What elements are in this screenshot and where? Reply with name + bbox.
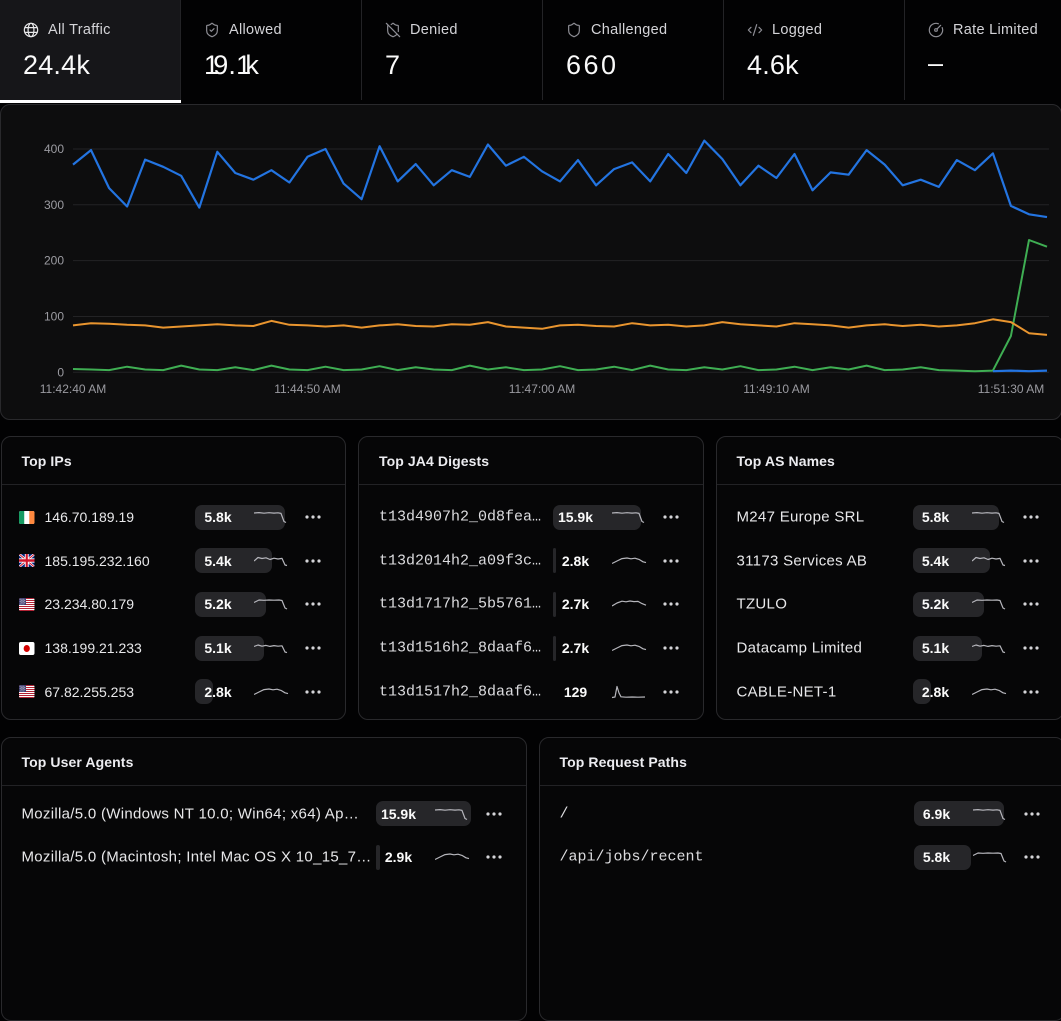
svg-text:11:42:40 AM: 11:42:40 AM bbox=[40, 382, 107, 396]
svg-text:0: 0 bbox=[57, 365, 64, 379]
svg-text:11:47:00 AM: 11:47:00 AM bbox=[509, 382, 576, 396]
svg-text:11:44:50 AM: 11:44:50 AM bbox=[274, 382, 341, 396]
svg-text:100: 100 bbox=[44, 309, 64, 323]
svg-text:11:49:10 AM: 11:49:10 AM bbox=[743, 382, 810, 396]
svg-text:11:51:30 AM: 11:51:30 AM bbox=[978, 382, 1045, 396]
svg-text:400: 400 bbox=[44, 142, 64, 156]
svg-text:300: 300 bbox=[44, 197, 64, 211]
svg-text:200: 200 bbox=[44, 253, 64, 267]
